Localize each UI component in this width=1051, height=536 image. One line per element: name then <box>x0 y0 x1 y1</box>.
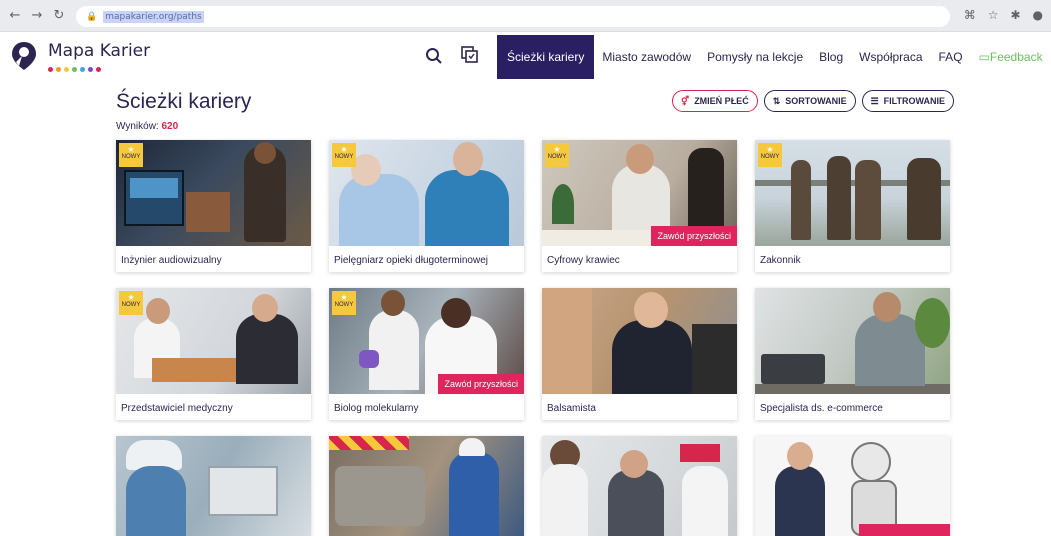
browser-toolbar: ← → ↻ 🔒 mapakarier.org/paths ⌘ ☆ ✱ ● <box>0 0 1051 32</box>
star-icon: ★ <box>553 145 561 154</box>
career-image: ★ NOWY <box>116 140 311 246</box>
career-grid: ★ NOWY Inżynier audiowizualny ★ NOWY Pielę… <box>116 140 950 536</box>
career-card[interactable]: ★ NOWY Zakonnik <box>755 140 950 272</box>
career-image <box>542 288 737 394</box>
star-icon: ★ <box>127 145 135 154</box>
career-card[interactable]: ★ NOWY Zawód przyszłości Biolog molekular… <box>329 288 524 420</box>
future-profession-badge: Zawód przyszłości <box>438 374 524 394</box>
results-number: 620 <box>161 121 179 132</box>
compare-icon[interactable] <box>461 46 479 64</box>
career-image <box>755 436 950 536</box>
menu-item-city[interactable]: Miasto zawodów <box>594 35 699 79</box>
logo-text[interactable]: Mapa Karier <box>48 41 150 61</box>
career-image <box>542 436 737 536</box>
career-image: ★ NOWY Zawód przyszłości <box>329 288 524 394</box>
results-count: Wyników: 620 <box>116 121 178 132</box>
change-gender-button[interactable]: ⚥ ZMIEŃ PŁEĆ <box>672 90 758 112</box>
page-title: Ścieżki kariery <box>116 90 252 113</box>
star-icon: ★ <box>127 293 135 302</box>
url-text: mapakarier.org/paths <box>103 10 204 23</box>
bookmark-star-icon[interactable]: ☆ <box>988 8 999 22</box>
sort-label: SORTOWANIE <box>785 96 847 106</box>
career-image: ★ NOWY <box>755 140 950 246</box>
site-header: Mapa Karier Ścieżki kariery Miasto zawod… <box>0 32 1051 82</box>
back-arrow-icon[interactable]: ← <box>4 8 26 23</box>
feedback-label: Feedback <box>989 50 1043 64</box>
menu-item-lessons[interactable]: Pomysły na lekcje <box>699 35 811 79</box>
logo-dot <box>64 67 69 72</box>
career-card[interactable]: ★ NOWY Zawód przyszłości Cyfrowy krawiec <box>542 140 737 272</box>
filter-button[interactable]: ☰ FILTROWANIE <box>861 90 954 112</box>
star-icon: ★ <box>766 145 774 154</box>
career-image <box>329 436 524 536</box>
career-image: ★ NOWY <box>116 288 311 394</box>
new-badge: ★ NOWY <box>332 143 356 167</box>
feedback-icon: ▭ <box>978 50 990 64</box>
career-card[interactable] <box>116 436 311 536</box>
search-icon[interactable] <box>425 47 443 65</box>
career-image: ★ NOWY <box>329 140 524 246</box>
career-title: Cyfrowy krawiec <box>547 255 620 266</box>
main-menu: Ścieżki kariery Miasto zawodów Pomysły n… <box>497 35 1051 79</box>
career-card[interactable]: ★ NOWY Inżynier audiowizualny <box>116 140 311 272</box>
logo-dot <box>80 67 85 72</box>
qr-icon[interactable]: ⌘ <box>964 8 976 22</box>
career-card[interactable]: Specjalista ds. e-commerce <box>755 288 950 420</box>
forward-arrow-icon[interactable]: → <box>26 8 48 23</box>
career-title: Przedstawiciel medyczny <box>121 403 233 414</box>
menu-item-faq[interactable]: FAQ <box>931 35 971 79</box>
logo-dot <box>56 67 61 72</box>
career-card[interactable] <box>329 436 524 536</box>
career-title: Balsamista <box>547 403 596 414</box>
career-title: Zakonnik <box>760 255 801 266</box>
menu-item-feedback[interactable]: ▭Feedback <box>971 35 1051 79</box>
career-card[interactable]: ★ NOWY Pielęgniarz opieki długoterminowej <box>329 140 524 272</box>
career-image: ★ NOWY Zawód przyszłości <box>542 140 737 246</box>
new-badge: ★ NOWY <box>119 143 143 167</box>
career-card[interactable]: ★ NOWY Przedstawiciel medyczny <box>116 288 311 420</box>
career-title: Specjalista ds. e-commerce <box>760 403 883 414</box>
menu-item-blog[interactable]: Blog <box>811 35 851 79</box>
star-icon: ★ <box>340 145 348 154</box>
extensions-icon[interactable]: ✱ <box>1010 8 1020 22</box>
gender-icon: ⚥ <box>681 95 690 106</box>
lock-icon: 🔒 <box>86 11 98 22</box>
career-title: Pielęgniarz opieki długoterminowej <box>334 255 488 266</box>
filter-label: FILTROWANIE <box>883 96 945 106</box>
career-card[interactable] <box>755 436 950 536</box>
menu-item-paths[interactable]: Ścieżki kariery <box>497 35 595 79</box>
new-badge: ★ NOWY <box>119 291 143 315</box>
new-badge: ★ NOWY <box>332 291 356 315</box>
change-gender-label: ZMIEŃ PŁEĆ <box>694 96 749 106</box>
sort-button[interactable]: ⇅ SORTOWANIE <box>763 90 856 112</box>
career-card[interactable]: Balsamista <box>542 288 737 420</box>
filter-buttons: ⚥ ZMIEŃ PŁEĆ ⇅ SORTOWANIE ☰ FILTROWANIE <box>672 90 954 112</box>
profile-icon[interactable]: ● <box>1033 8 1043 22</box>
menu-item-cooperation[interactable]: Współpraca <box>851 35 930 79</box>
sort-icon: ⇅ <box>772 95 781 106</box>
logo-dot <box>96 67 101 72</box>
new-badge: ★ NOWY <box>545 143 569 167</box>
filter-icon: ☰ <box>870 95 879 106</box>
logo-dots <box>48 67 101 72</box>
address-bar[interactable]: 🔒 mapakarier.org/paths <box>76 6 950 27</box>
career-title: Biolog molekularny <box>334 403 419 414</box>
career-card[interactable] <box>542 436 737 536</box>
career-image <box>116 436 311 536</box>
star-icon: ★ <box>340 293 348 302</box>
career-title: Inżynier audiowizualny <box>121 255 222 266</box>
logo-dot <box>48 67 53 72</box>
reload-icon[interactable]: ↻ <box>48 8 70 23</box>
logo-dot <box>88 67 93 72</box>
results-label: Wyników: <box>116 121 159 132</box>
career-image <box>755 288 950 394</box>
logo-icon[interactable] <box>10 40 38 72</box>
future-profession-badge: Zawód przyszłości <box>651 226 737 246</box>
logo-dot <box>72 67 77 72</box>
new-badge: ★ NOWY <box>758 143 782 167</box>
